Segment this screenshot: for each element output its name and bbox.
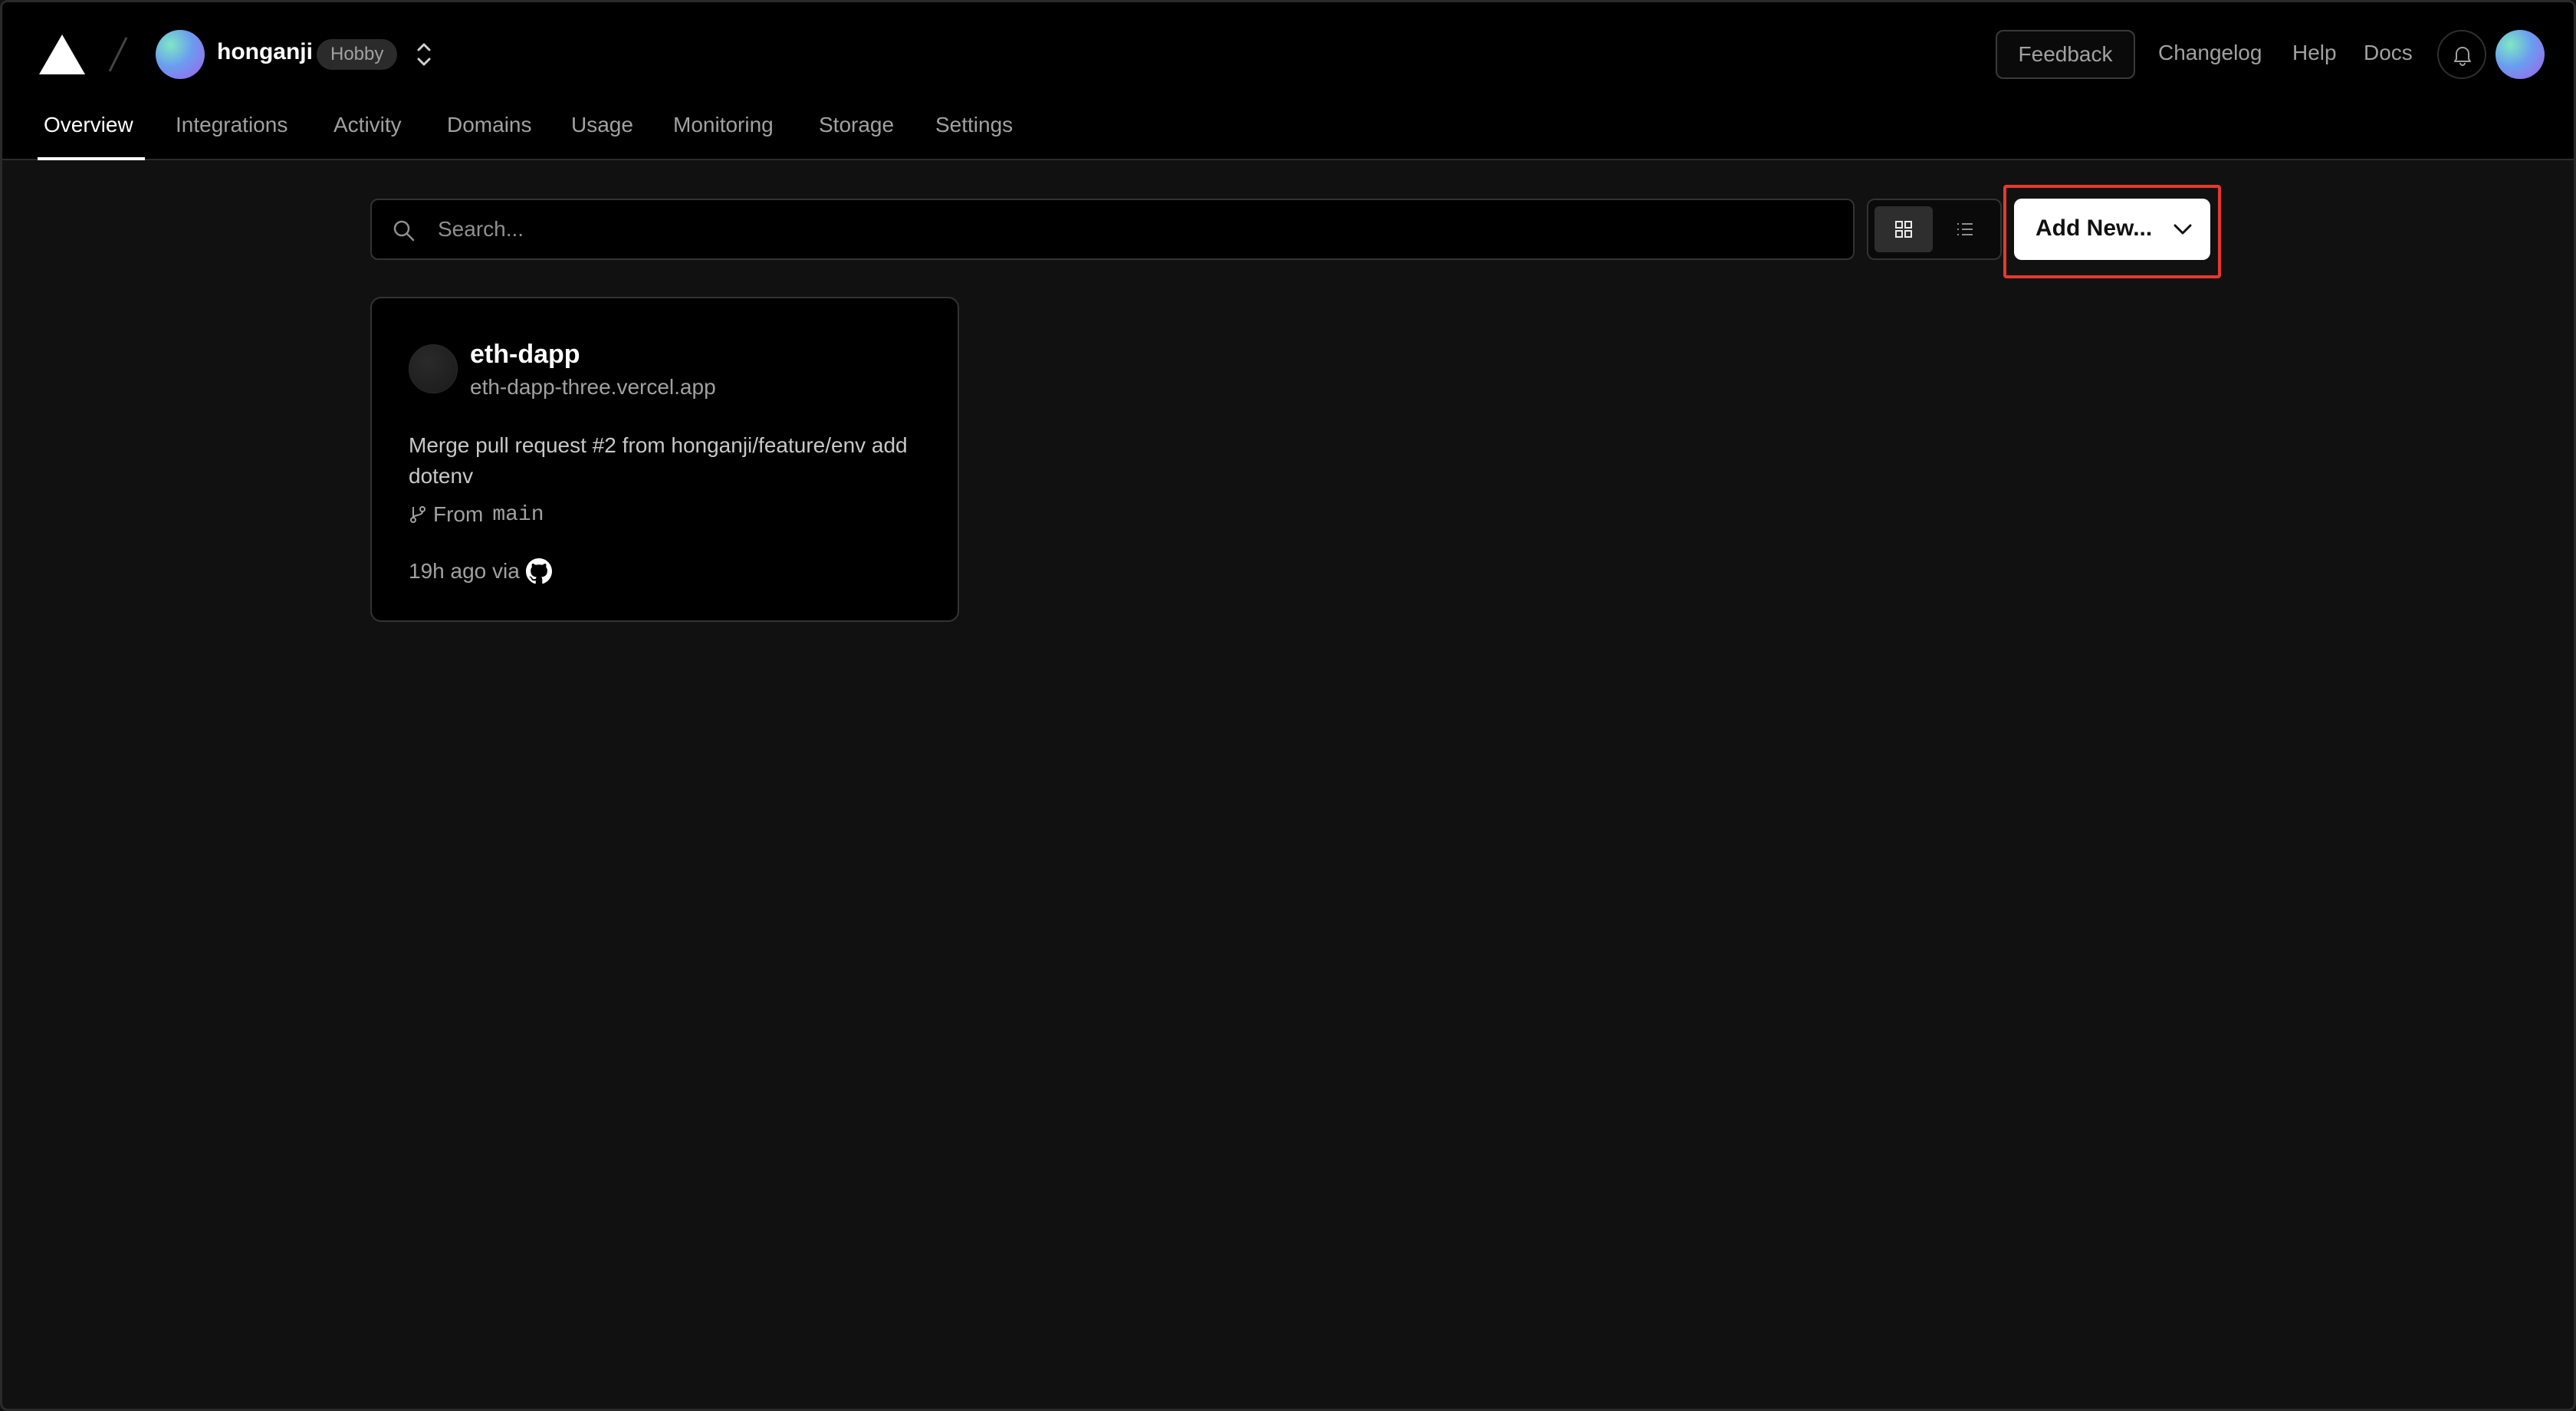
add-new-button[interactable]: Add New...	[2014, 199, 2210, 260]
search-box[interactable]	[370, 199, 1855, 260]
bell-icon	[2454, 47, 2471, 66]
changelog-link[interactable]: Changelog	[2158, 41, 2262, 65]
notifications-button[interactable]	[2437, 30, 2486, 79]
grid-icon	[1895, 221, 1912, 238]
grid-view-button[interactable]	[1875, 206, 1933, 252]
tab-domains[interactable]: Domains	[447, 113, 531, 137]
deployment-time: 19h ago via	[409, 559, 520, 583]
plan-badge: Hobby	[317, 39, 398, 70]
chevron-up-down-icon[interactable]	[413, 38, 435, 71]
commit-message: Merge pull request #2 from honganji/feat…	[409, 433, 908, 488]
list-icon	[1957, 223, 1973, 235]
tab-integrations[interactable]: Integrations	[176, 113, 288, 137]
chevron-down-icon	[2174, 224, 2192, 235]
vercel-logo-icon[interactable]	[38, 33, 87, 76]
top-header: honganji Hobby Feedback Changelog Help D…	[2, 2, 2574, 160]
list-view-button[interactable]	[1936, 206, 1994, 252]
main-nav: Overview Integrations Activity Domains U…	[2, 108, 2574, 160]
app-window: honganji Hobby Feedback Changelog Help D…	[0, 0, 2576, 1411]
branch-name[interactable]: main	[492, 503, 544, 527]
help-link[interactable]: Help	[2292, 41, 2337, 65]
search-icon	[393, 220, 415, 242]
team-name[interactable]: honganji	[217, 39, 313, 65]
team-avatar[interactable]	[156, 30, 205, 79]
project-name[interactable]: eth-dapp	[470, 340, 580, 370]
deployment-meta: 19h ago via	[409, 556, 552, 587]
feedback-button[interactable]: Feedback	[1996, 30, 2135, 79]
add-new-label: Add New...	[2036, 215, 2153, 241]
github-icon[interactable]	[525, 558, 552, 584]
search-input[interactable]	[438, 200, 1818, 258]
user-avatar[interactable]	[2496, 30, 2545, 79]
branch-prefix: From	[433, 502, 484, 526]
tab-activity[interactable]: Activity	[334, 113, 402, 137]
project-card[interactable]: eth-dapp eth-dapp-three.vercel.app Merge…	[370, 297, 959, 622]
tab-settings[interactable]: Settings	[935, 113, 1013, 137]
breadcrumb-separator-icon	[108, 37, 128, 72]
active-tab-indicator	[38, 157, 145, 160]
tab-storage[interactable]: Storage	[819, 113, 894, 137]
project-avatar	[409, 344, 458, 393]
project-url[interactable]: eth-dapp-three.vercel.app	[470, 375, 716, 400]
tab-usage[interactable]: Usage	[571, 113, 633, 137]
git-branch-icon	[410, 506, 426, 523]
tab-overview[interactable]: Overview	[44, 113, 133, 137]
branch-info: From main	[409, 501, 544, 528]
tab-monitoring[interactable]: Monitoring	[673, 113, 774, 137]
docs-link[interactable]: Docs	[2364, 41, 2413, 65]
view-toggle	[1867, 199, 2002, 260]
